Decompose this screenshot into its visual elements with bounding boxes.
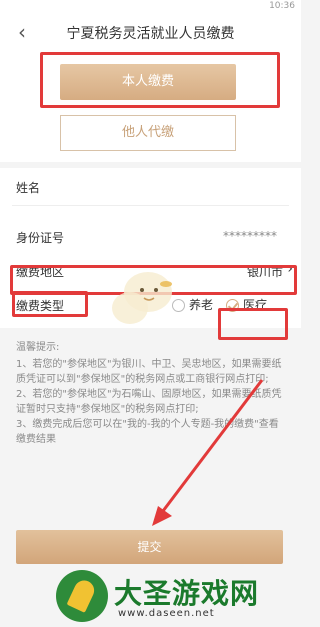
status-time: 10:36 — [269, 1, 295, 11]
proxy-pay-button[interactable]: 他人代缴 — [60, 115, 236, 151]
id-label: 身份证号 — [16, 231, 65, 245]
id-row: 身份证号 ********* — [0, 220, 301, 254]
tip-item: 3、缴费完成后您可以在"我的-我的个人专题-我的缴费"查看缴费结果 — [16, 419, 279, 445]
highlight-self-pay — [40, 52, 280, 108]
tips-section: 温馨提示: 1、若您的"参保地区"为银川、中卫、吴忠地区，如果需要纸质凭证可以到… — [16, 340, 286, 447]
status-bar: 10:36 — [0, 0, 301, 14]
id-value: ********* — [223, 229, 277, 243]
divider — [12, 205, 289, 206]
type-option-pension-label: 养老 — [189, 298, 214, 312]
watermark-name: 大圣游戏网 — [114, 577, 260, 610]
submit-button[interactable]: 提交 — [16, 530, 283, 564]
watermark-url: www.daseen.net — [118, 608, 215, 619]
nav-bar: ‹ 宁夏税务灵活就业人员缴费 — [0, 14, 301, 50]
highlight-medical — [218, 308, 288, 340]
watermark: 大圣游戏网 www.daseen.net — [0, 566, 301, 627]
tips-title: 温馨提示: — [16, 342, 60, 353]
tip-item: 2、若您的"参保地区"为石嘴山、固原地区，如果需要纸质凭证暂时只支持"参保地区"… — [16, 389, 282, 415]
tip-item: 1、若您的"参保地区"为银川、中卫、吴忠地区，如果需要纸质凭证可以到"参保地区"… — [16, 359, 282, 385]
mascot-illustration — [112, 272, 172, 324]
name-row: 姓名 — [0, 170, 301, 204]
watermark-logo-icon — [56, 570, 108, 622]
name-label: 姓名 — [16, 181, 41, 195]
highlight-type-label — [12, 291, 88, 317]
page-title: 宁夏税务灵活就业人员缴费 — [66, 26, 235, 42]
